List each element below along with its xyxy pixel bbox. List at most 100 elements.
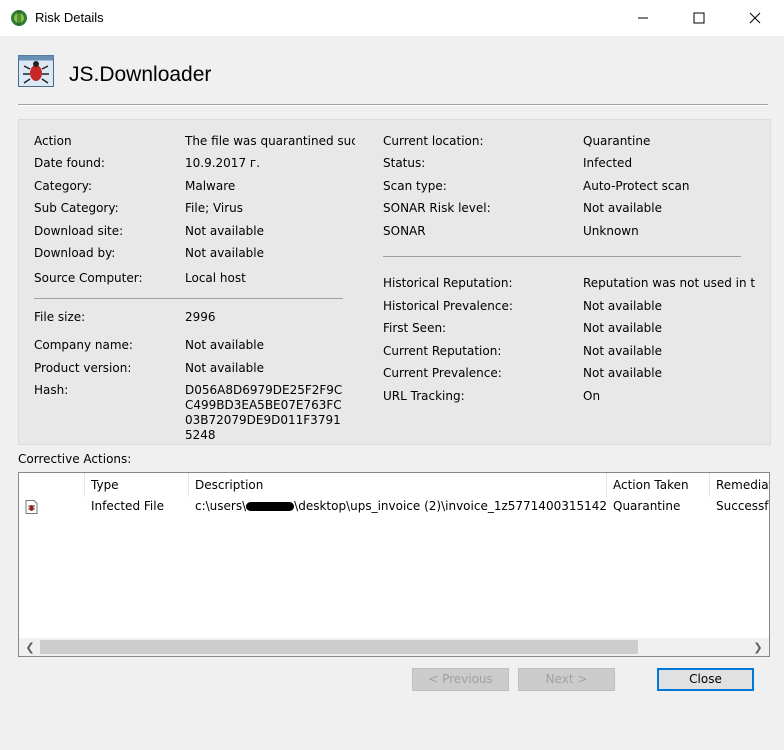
- detail-value: Unknown: [583, 224, 639, 238]
- maximize-button[interactable]: [674, 0, 724, 36]
- detail-label: Company name:: [34, 338, 133, 352]
- detail-value: Not available: [583, 321, 663, 335]
- maximize-icon: [693, 12, 705, 24]
- detail-label: SONAR Risk level:: [383, 201, 491, 215]
- row-type: Infected File: [91, 499, 164, 513]
- app-icon: [11, 10, 27, 26]
- detail-value: Not available: [185, 361, 265, 375]
- detail-label: Product version:: [34, 361, 132, 375]
- column-header-action-taken[interactable]: Action Taken: [607, 473, 710, 497]
- detail-value: 10.9.2017 г.: [185, 156, 261, 170]
- scroll-right-icon[interactable]: ❯: [749, 640, 767, 654]
- detail-label: Category:: [34, 179, 92, 193]
- detail-value: Not available: [583, 366, 663, 380]
- header-divider: [18, 104, 768, 106]
- detail-label: Download site:: [34, 224, 124, 238]
- detail-value: Not available: [583, 201, 663, 215]
- detail-label: Current Prevalence:: [383, 366, 502, 380]
- bug-icon: [18, 55, 54, 87]
- detail-label: Download by:: [34, 246, 116, 260]
- hash-line: 03B72079DE9D011F3791: [185, 413, 341, 427]
- minimize-icon: [638, 17, 648, 19]
- detail-row-current-location: Current location: Quarantine: [383, 134, 763, 150]
- detail-value: Not available: [185, 338, 265, 352]
- detail-row-current-reputation: Current Reputation: Not available: [383, 344, 763, 360]
- title-bar: Risk Details: [0, 0, 784, 36]
- hash-line: 5248: [185, 428, 216, 442]
- row-remediation: Successfu: [716, 499, 769, 513]
- column-header-description[interactable]: Description: [189, 473, 607, 497]
- detail-row-hash: Hash: D056A8D6979DE25F2F9C C499BD3EA5BE0…: [34, 383, 364, 443]
- detail-value: Malware: [185, 179, 236, 193]
- detail-value: On: [583, 389, 601, 403]
- scrollbar-thumb[interactable]: [40, 640, 638, 654]
- description-prefix: c:\users\: [195, 499, 247, 513]
- window-title: Risk Details: [35, 10, 104, 25]
- infected-file-icon: [25, 500, 38, 514]
- detail-value: Auto-Protect scan: [583, 179, 690, 193]
- redacted-username: [246, 502, 295, 511]
- detail-label: Hash:: [34, 383, 69, 397]
- close-button[interactable]: Close: [657, 668, 754, 691]
- detail-row-download-by: Download by: Not available: [34, 246, 364, 262]
- threat-name: JS.Downloader: [69, 63, 212, 86]
- detail-row-status: Status: Infected: [383, 156, 763, 172]
- detail-label: Historical Reputation:: [383, 276, 513, 290]
- detail-value: The file was quarantined succes: [185, 134, 355, 148]
- detail-label: Source Computer:: [34, 271, 143, 285]
- detail-value: Not available: [583, 299, 663, 313]
- detail-value: Reputation was not used in this: [583, 276, 755, 290]
- detail-row-source-computer: Source Computer: Local host: [34, 271, 364, 287]
- close-icon: [749, 12, 761, 24]
- detail-value: File; Virus: [185, 201, 244, 215]
- detail-row-action: Action The file was quarantined succes: [34, 134, 364, 150]
- detail-row-scan-type: Scan type: Auto-Protect scan: [383, 179, 763, 195]
- scroll-left-icon[interactable]: ❮: [21, 640, 39, 654]
- row-action-taken: Quarantine: [613, 499, 681, 513]
- detail-row-file-size: File size: 2996: [34, 310, 364, 326]
- detail-label: Action: [34, 134, 72, 148]
- detail-row-sub-category: Sub Category: File; Virus: [34, 201, 364, 217]
- detail-row-historical-prevalence: Historical Prevalence: Not available: [383, 299, 763, 315]
- detail-label: SONAR: [383, 224, 426, 238]
- detail-row-company-name: Company name: Not available: [34, 338, 364, 354]
- detail-value: Local host: [185, 271, 246, 285]
- previous-button[interactable]: < Previous: [412, 668, 509, 691]
- hash-line: C499BD3EA5BE07E763FC: [185, 398, 342, 412]
- detail-label: Current Reputation:: [383, 344, 502, 358]
- row-description: c:\users\ \desktop\ups_invoice (2)\invoic…: [189, 499, 607, 517]
- next-button[interactable]: Next >: [518, 668, 615, 691]
- detail-row-date-found: Date found: 10.9.2017 г.: [34, 156, 364, 172]
- detail-row-current-prevalence: Current Prevalence: Not available: [383, 366, 763, 382]
- column-header-type[interactable]: Type: [85, 473, 189, 497]
- column-header-icon[interactable]: [19, 473, 85, 497]
- detail-row-url-tracking: URL Tracking: On: [383, 389, 763, 405]
- detail-value: Not available: [185, 246, 265, 260]
- description-suffix: \desktop\ups_invoice (2)\invoice_1z57714…: [294, 499, 607, 513]
- detail-label: Sub Category:: [34, 201, 119, 215]
- detail-row-category: Category: Malware: [34, 179, 364, 195]
- detail-row-first-seen: First Seen: Not available: [383, 321, 763, 337]
- detail-value: Quarantine: [583, 134, 651, 148]
- detail-row-sonar: SONAR Unknown: [383, 224, 763, 240]
- detail-label: Historical Prevalence:: [383, 299, 513, 313]
- detail-label: URL Tracking:: [383, 389, 465, 403]
- corrective-actions-list[interactable]: Type Description Action Taken Remediati …: [18, 472, 770, 657]
- detail-value: 2996: [185, 310, 216, 324]
- detail-value: Infected: [583, 156, 633, 170]
- minimize-button[interactable]: [618, 0, 668, 36]
- detail-row-download-site: Download site: Not available: [34, 224, 364, 240]
- horizontal-scrollbar[interactable]: ❮ ❯: [19, 638, 769, 656]
- detail-row-product-version: Product version: Not available: [34, 361, 364, 377]
- details-panel: Action The file was quarantined succes D…: [18, 119, 771, 445]
- detail-value: Not available: [583, 344, 663, 358]
- column-header-remediation[interactable]: Remediati: [710, 473, 769, 497]
- detail-label: File size:: [34, 310, 86, 324]
- corrective-actions-label: Corrective Actions:: [18, 452, 132, 466]
- detail-label: Date found:: [34, 156, 105, 170]
- close-window-button[interactable]: [730, 0, 780, 36]
- detail-value: Not available: [185, 224, 265, 238]
- detail-label: Current location:: [383, 134, 484, 148]
- hash-line: D056A8D6979DE25F2F9C: [185, 383, 343, 397]
- detail-label: Scan type:: [383, 179, 447, 193]
